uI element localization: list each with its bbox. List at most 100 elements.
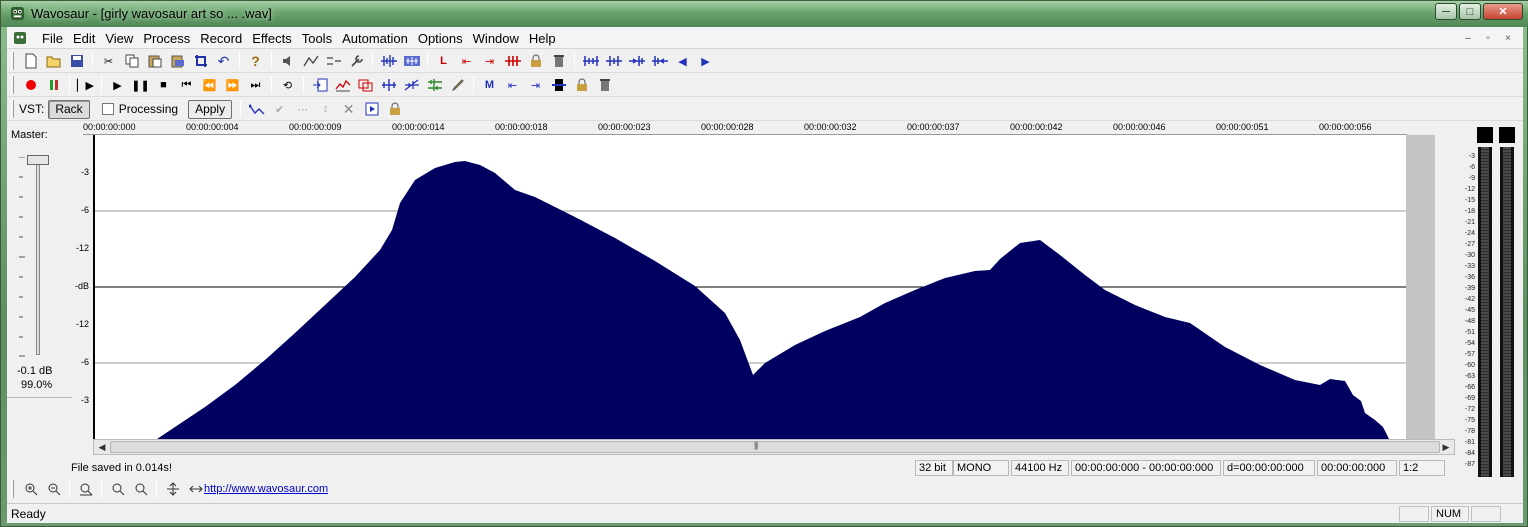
marker-m-icon[interactable]: M (478, 75, 501, 95)
undo-icon[interactable]: ↶ (212, 51, 235, 71)
copy-icon[interactable] (120, 51, 143, 71)
menu-view[interactable]: View (100, 31, 138, 46)
master-fader-track[interactable] (36, 155, 40, 355)
waveform-select-icon[interactable] (377, 51, 400, 71)
master-label: Master: (11, 129, 48, 141)
snap-right-icon[interactable] (625, 51, 648, 71)
menu-edit[interactable]: Edit (68, 31, 100, 46)
envelope-icon[interactable] (299, 51, 322, 71)
scroll-left-icon[interactable]: ◀ (95, 441, 109, 453)
trash-marker-icon[interactable] (593, 75, 616, 95)
record-icon[interactable] (19, 75, 42, 95)
vu-clip-left[interactable] (1477, 127, 1493, 143)
save-icon[interactable] (65, 51, 88, 71)
new-file-icon[interactable] (19, 51, 42, 71)
zoom-in-icon[interactable] (19, 479, 42, 499)
region-icon[interactable] (547, 75, 570, 95)
fit-height-icon[interactable] (161, 479, 184, 499)
go-end-icon[interactable]: ⏭ (244, 75, 267, 95)
pause-icon[interactable]: ❚❚ (129, 75, 152, 95)
menu-tools[interactable]: Tools (297, 31, 337, 46)
rewind-icon[interactable]: ⏪ (198, 75, 221, 95)
lock-marker-icon[interactable] (570, 75, 593, 95)
play-right-icon[interactable]: ▶ (694, 51, 717, 71)
next-marker-icon[interactable]: ⇥ (524, 75, 547, 95)
vu-clip-right[interactable] (1499, 127, 1515, 143)
rack-button[interactable]: Rack (48, 99, 90, 119)
zoom-sel-icon[interactable] (602, 51, 625, 71)
insert-file-icon[interactable] (308, 75, 331, 95)
analysis-icon[interactable] (331, 75, 354, 95)
horizontal-scrollbar[interactable]: ◀ ||| ▶ (93, 439, 1455, 455)
reverse-icon[interactable] (377, 75, 400, 95)
scroll-thumb[interactable] (110, 441, 1440, 453)
vertical-move-icon[interactable]: ↕ (314, 99, 337, 119)
pencil-icon[interactable] (446, 75, 469, 95)
delete-marker-icon[interactable] (501, 51, 524, 71)
timeline-ruler[interactable]: 00:00:00:000 00:00:00:004 00:00:00:009 0… (83, 121, 1407, 135)
fast-forward-icon[interactable]: ⏩ (221, 75, 244, 95)
zoom-out-icon[interactable] (42, 479, 65, 499)
stop-icon[interactable]: ■ (152, 75, 175, 95)
waveform-view[interactable] (93, 135, 1406, 439)
master-fader-knob[interactable] (27, 155, 49, 165)
move-right-icon[interactable]: ⇥ (478, 51, 501, 71)
resample-icon[interactable] (354, 75, 377, 95)
crop-icon[interactable] (189, 51, 212, 71)
lock-automation-icon[interactable] (383, 99, 406, 119)
menu-process[interactable]: Process (138, 31, 195, 46)
paste-icon[interactable] (143, 51, 166, 71)
menu-record[interactable]: Record (195, 31, 247, 46)
document-icon[interactable] (12, 30, 28, 46)
move-left-icon[interactable]: ⇤ (455, 51, 478, 71)
loop-start-icon[interactable]: L (432, 51, 455, 71)
tool-wrench-icon[interactable] (345, 51, 368, 71)
menu-help[interactable]: Help (524, 31, 561, 46)
lock-icon[interactable] (524, 51, 547, 71)
fade-icon[interactable] (400, 75, 423, 95)
menu-window[interactable]: Window (468, 31, 524, 46)
marker-icon[interactable] (322, 51, 345, 71)
automation-curve-icon[interactable] (245, 99, 268, 119)
eq-icon[interactable] (423, 75, 446, 95)
zoom-vertical-out-icon[interactable] (129, 479, 152, 499)
delete-x-icon[interactable]: ✕ (337, 99, 360, 119)
mdi-close-button[interactable]: × (1499, 30, 1517, 46)
vu-label: -75 (1464, 417, 1475, 424)
prev-marker-icon[interactable]: ⇤ (501, 75, 524, 95)
menu-automation[interactable]: Automation (337, 31, 413, 46)
scroll-right-icon[interactable]: ▶ (1439, 441, 1453, 453)
maximize-button[interactable]: □ (1459, 3, 1481, 20)
cut-icon[interactable]: ✂ (97, 51, 120, 71)
menu-options[interactable]: Options (413, 31, 468, 46)
mdi-restore-button[interactable]: ▫ (1479, 30, 1497, 46)
play-icon[interactable]: ▶ (106, 75, 129, 95)
trash-icon[interactable] (547, 51, 570, 71)
help-icon[interactable]: ? (244, 51, 267, 71)
check-icon[interactable]: ✔ (268, 99, 291, 119)
minimize-button[interactable]: ─ (1435, 3, 1457, 20)
close-button[interactable]: ✕ (1483, 3, 1523, 20)
apply-button[interactable]: Apply (188, 99, 233, 119)
play-left-icon[interactable]: ◀ (671, 51, 694, 71)
play-automation-icon[interactable] (360, 99, 383, 119)
play-from-cursor-icon[interactable]: ▏▶ (74, 75, 97, 95)
zoom-fit-icon[interactable] (579, 51, 602, 71)
menu-file[interactable]: File (37, 31, 68, 46)
mdi-minimize-button[interactable]: – (1459, 30, 1477, 46)
speaker-icon[interactable] (276, 51, 299, 71)
go-start-icon[interactable]: ⏮ (175, 75, 198, 95)
website-link[interactable]: http://www.wavosaur.com (204, 483, 328, 495)
waveform-normalize-icon[interactable] (400, 51, 423, 71)
loop-icon[interactable]: ⟲ (276, 75, 299, 95)
paste-mix-icon[interactable] (166, 51, 189, 71)
record-pause-icon[interactable] (42, 75, 65, 95)
title-bar[interactable]: Wavosaur - [girly wavosaur art so ... .w… (1, 1, 1528, 27)
dots-icon[interactable]: ⋯ (291, 99, 314, 119)
menu-effects[interactable]: Effects (247, 31, 297, 46)
zoom-vertical-in-icon[interactable] (106, 479, 129, 499)
snap-left-icon[interactable] (648, 51, 671, 71)
processing-checkbox[interactable] (101, 103, 114, 115)
zoom-all-icon[interactable] (74, 479, 97, 499)
open-folder-icon[interactable] (42, 51, 65, 71)
